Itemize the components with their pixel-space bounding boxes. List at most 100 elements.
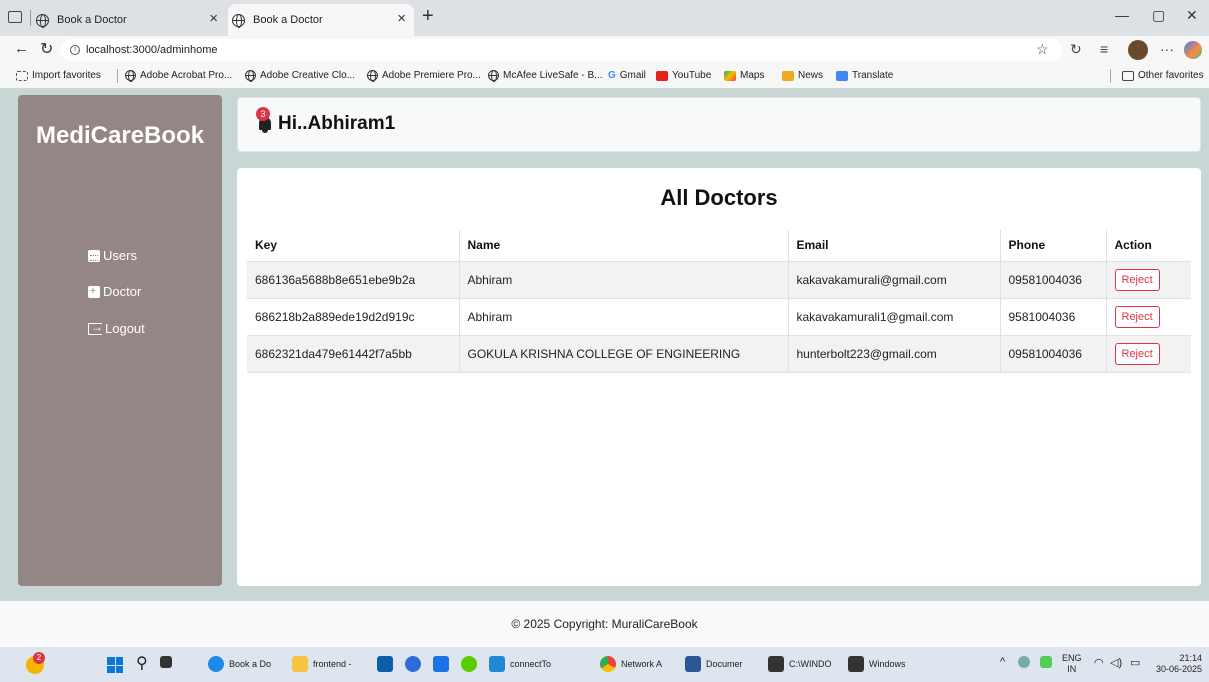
divider [1110,69,1111,83]
cell-key: 686136a5688b8e651ebe9b2a [247,261,459,299]
fav-mcafee[interactable]: McAfee LiveSafe - B... [488,70,603,82]
clock[interactable]: 21:14 30-06-2025 [1150,653,1202,675]
taskbar-app-powershell[interactable]: Windows [848,656,906,672]
taskbar-app-chrome[interactable]: Network A [600,656,662,672]
terminal-icon [848,656,864,672]
language-indicator[interactable]: ENG IN [1062,653,1082,675]
tab-strip: Book a Doctor × Book a Doctor × + — ▢ ✕ [0,0,1209,36]
taskbar-app-label: Windows [869,659,906,669]
fav-import-favorites[interactable]: Import favorites [16,70,101,81]
column-header-email: Email [787,230,1000,262]
address-input[interactable]: i localhost:3000/adminhome [60,39,1062,61]
task-view-icon[interactable] [160,656,177,668]
taskbar-app-explorer[interactable]: frontend - [292,656,352,672]
cell-key: 6862321da479e61442f7a5bb [247,335,459,373]
show-hidden-icons[interactable]: ^ [1000,656,1005,668]
bell-clapper [262,130,268,133]
taskbar-app-vscode[interactable]: connectTo [489,656,551,672]
fav-adobe-premiere[interactable]: Adobe Premiere Pro... [367,70,481,82]
globe-icon [36,13,49,28]
doctor-icon [88,285,100,298]
vscode-icon [489,656,505,672]
battery-icon[interactable]: ▭ [1130,656,1140,669]
fav-adobe-acrobat[interactable]: Adobe Acrobat Pro... [125,70,232,82]
tab-book-a-doctor-2[interactable]: Book a Doctor × [228,4,414,36]
globe-icon [367,70,378,82]
fav-youtube[interactable]: YouTube [656,70,711,81]
sidebar-item-doctor[interactable]: Doctor [88,284,141,299]
table-row: 6862321da479e61442f7a5bb GOKULA KRISHNA … [247,335,1191,373]
favorites-list-icon[interactable]: ≡ [1100,41,1108,57]
close-window-icon[interactable]: ✕ [1186,7,1198,24]
fav-translate[interactable]: Translate [836,70,893,81]
sidebar-item-logout[interactable]: Logout [88,320,145,336]
profile-avatar[interactable] [1128,40,1148,60]
tab-actions-icon[interactable] [8,11,22,23]
folder-icon [1122,70,1134,81]
sidebar-item-users[interactable]: Users [88,248,137,263]
reload-icon[interactable]: ↻ [40,39,53,59]
taskbar-app-edge[interactable]: Book a Do [208,656,271,672]
taskbar-app-cmd[interactable]: C:\WINDO [768,656,832,672]
taskbar-app-teams[interactable] [405,656,426,672]
globe-icon [245,70,256,82]
taskbar-app-store[interactable] [377,656,398,672]
fav-maps[interactable]: Maps [724,70,764,81]
sidebar: MediCareBook Users Doctor Logout [18,95,222,586]
divider [30,10,31,26]
favorite-star-icon[interactable]: ☆ [1036,41,1049,58]
web-page: MediCareBook Users Doctor Logout 3 Hi..A… [0,88,1209,647]
volume-icon[interactable]: ◁) [1110,656,1122,669]
word-icon [685,656,701,672]
close-tab-icon[interactable]: × [397,11,406,26]
info-icon[interactable]: i [70,45,80,55]
terminal-icon [768,656,784,672]
taskbar-app-label: C:\WINDO [789,659,832,669]
close-tab-icon[interactable]: × [209,11,218,26]
fav-label: YouTube [672,70,712,81]
cell-email: kakavakamurali@gmail.com [787,261,1000,299]
cell-phone: 09581004036 [999,261,1106,299]
refresh-extension-icon[interactable]: ↻ [1070,41,1082,58]
minimize-icon[interactable]: — [1115,7,1129,23]
globe-icon [232,13,245,28]
reject-button[interactable]: Reject [1114,305,1160,328]
fav-label: Translate [852,70,894,81]
back-arrow-icon[interactable]: ← [14,40,29,57]
reject-button[interactable]: Reject [1114,268,1160,291]
lang-top: ENG [1062,653,1082,663]
cell-name: Abhiram [458,298,788,336]
tray-app-icon[interactable] [1018,656,1035,668]
cell-phone: 9581004036 [999,298,1106,336]
cell-name: GOKULA KRISHNA COLLEGE OF ENGINEERING [458,335,788,373]
fav-other-favorites[interactable]: Other favorites [1122,70,1204,81]
reject-button[interactable]: Reject [1114,342,1160,365]
taskbar-app-label: frontend - [313,659,352,669]
tab-title: Book a Doctor [57,14,127,26]
table-row: 686136a5688b8e651ebe9b2a Abhiram kakavak… [247,261,1191,299]
tray-sync-icon[interactable] [1040,656,1057,668]
taskbar-app-word[interactable]: Documer [685,656,743,672]
tab-title: Book a Doctor [253,14,323,26]
windows-start-icon[interactable] [107,657,123,673]
store-icon [377,656,393,672]
taskbar-app-duolingo[interactable] [461,656,482,672]
fav-news[interactable]: News [782,70,823,81]
copilot-icon[interactable] [1184,41,1202,59]
fav-label: News [798,70,824,81]
calendar-icon [88,249,100,262]
tab-book-a-doctor-1[interactable]: Book a Doctor × [36,4,226,36]
search-icon[interactable]: ⚲ [136,653,148,673]
new-tab-icon[interactable]: + [422,5,434,28]
fav-adobe-creative[interactable]: Adobe Creative Clo... [245,70,355,82]
fav-gmail[interactable]: G Gmail [608,70,646,81]
fav-label: Gmail [619,70,646,81]
taskbar-app-outlook[interactable] [433,656,454,672]
notification-badge[interactable]: 3 [256,107,270,121]
more-menu-icon[interactable]: ··· [1160,41,1174,57]
greeting-text: Hi..Abhiram1 [278,113,396,134]
cell-name: Abhiram [458,261,788,299]
wifi-icon[interactable]: ◠ [1094,656,1104,669]
cell-phone: 09581004036 [999,335,1106,373]
maximize-icon[interactable]: ▢ [1152,7,1165,24]
